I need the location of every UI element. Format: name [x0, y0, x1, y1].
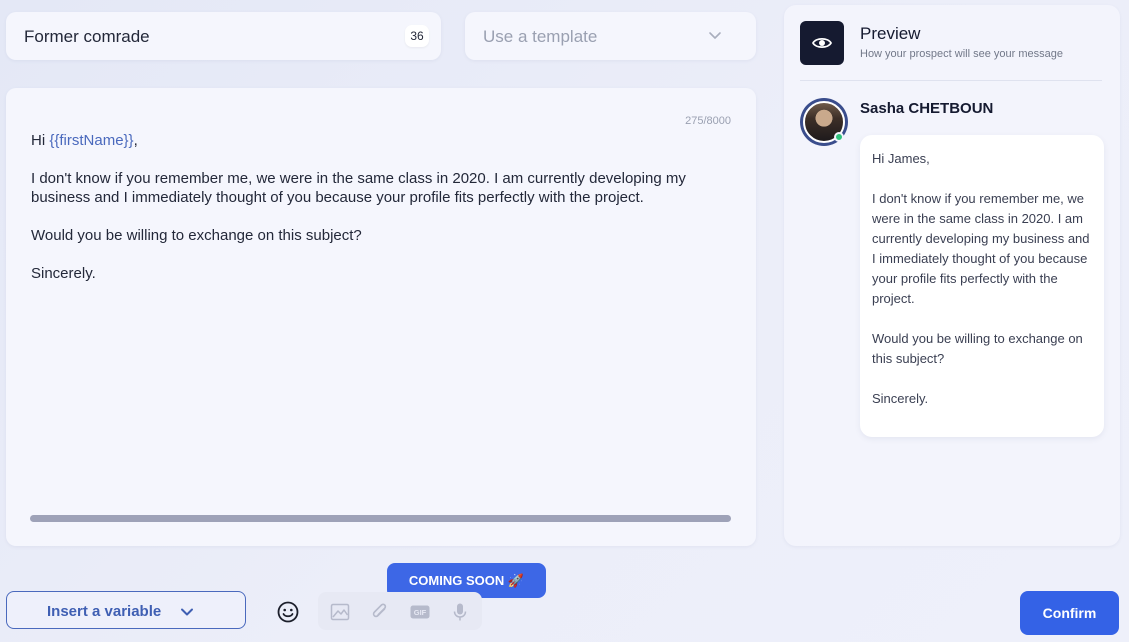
greeting-prefix: Hi: [31, 132, 50, 149]
chevron-down-icon: [709, 32, 721, 39]
insert-variable-label: Insert a variable: [47, 603, 162, 620]
online-status-dot: [834, 132, 844, 142]
preview-greeting: Hi James,: [872, 151, 930, 166]
microphone-icon: [453, 603, 467, 621]
preview-subtitle: How your prospect will see your message: [860, 48, 1063, 60]
chevron-down-icon: [181, 608, 193, 616]
message-paragraph-2: Would you be willing to exchange on this…: [31, 227, 362, 244]
subject-char-count-badge: 36: [405, 25, 429, 47]
emoji-icon[interactable]: [276, 600, 300, 624]
sender-name: Sasha CHETBOUN: [860, 100, 994, 117]
svg-text:GIF: GIF: [414, 608, 427, 617]
subject-input[interactable]: Former comrade: [24, 27, 150, 47]
message-closing: Sincerely.: [31, 265, 96, 282]
eye-icon: [811, 37, 833, 49]
message-preview-bubble: Hi James, I don't know if you remember m…: [860, 135, 1104, 437]
preview-panel: Preview How your prospect will see your …: [784, 5, 1120, 546]
message-paragraph-1: I don't know if you remember me, we were…: [31, 170, 686, 206]
greeting-line: Hi {{firstName}},: [31, 131, 731, 150]
preview-paragraph-1: I don't know if you remember me, we were…: [872, 191, 1090, 306]
confirm-button[interactable]: Confirm: [1020, 591, 1119, 635]
template-placeholder: Use a template: [483, 27, 598, 46]
paperclip-icon: [372, 603, 387, 618]
greeting-suffix: ,: [133, 132, 138, 149]
preview-title: Preview: [860, 24, 921, 43]
preview-icon-box: [800, 21, 844, 65]
horizontal-scrollbar[interactable]: [30, 515, 731, 522]
preview-paragraph-2: Would you be willing to exchange on this…: [872, 331, 1083, 366]
subject-field[interactable]: Former comrade 36: [6, 12, 441, 60]
first-name-variable: {{firstName}}: [49, 132, 134, 149]
insert-variable-button[interactable]: Insert a variable: [6, 591, 246, 629]
message-editor[interactable]: 275/8000 Hi {{firstName}}, I don't know …: [6, 88, 756, 546]
gif-icon: GIF: [410, 605, 430, 619]
preview-closing: Sincerely.: [872, 391, 929, 406]
message-char-counter: 275/8000: [685, 115, 731, 127]
template-dropdown[interactable]: Use a template: [465, 12, 756, 60]
message-textarea[interactable]: Hi {{firstName}}, I don't know if you re…: [31, 131, 731, 302]
media-tools-group: GIF: [318, 592, 482, 630]
image-icon: [330, 603, 350, 621]
divider: [800, 80, 1102, 81]
